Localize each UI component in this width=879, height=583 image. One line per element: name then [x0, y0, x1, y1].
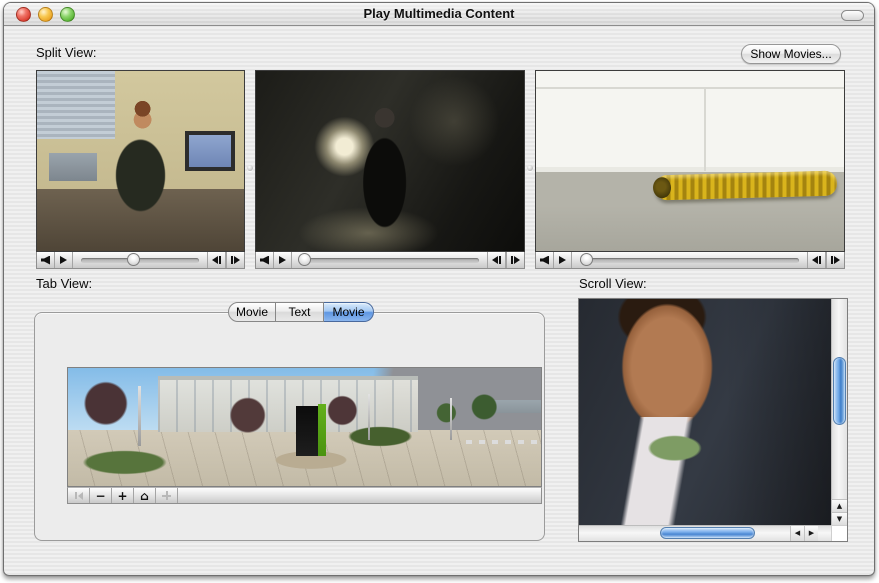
scroll-down-button[interactable]: ▼ — [831, 512, 847, 525]
zoom-in-button[interactable]: + — [112, 488, 134, 503]
panorama-player: − + ⌂ — [67, 367, 542, 504]
vr-bar-filler — [178, 488, 541, 503]
zoom-out-button[interactable]: − — [90, 488, 112, 503]
splitter-handle[interactable] — [527, 165, 533, 171]
yellow-duct — [655, 171, 838, 201]
scrubber[interactable] — [292, 252, 488, 268]
scrubber-thumb[interactable] — [580, 253, 593, 266]
movie-player-office — [36, 70, 245, 269]
hotspots-button[interactable]: ⌂ — [134, 488, 156, 503]
movie-controller — [535, 252, 845, 269]
scrubber-track[interactable] — [580, 258, 799, 263]
movie-player-warehouse — [535, 70, 845, 269]
play-button[interactable] — [554, 252, 572, 268]
volume-button[interactable] — [536, 252, 554, 268]
step-backward-button[interactable] — [808, 252, 826, 268]
horizontal-scrollbar-thumb[interactable] — [660, 527, 755, 539]
scrubber-track[interactable] — [81, 258, 199, 263]
movie-player-studio — [255, 70, 525, 269]
split-view-label: Split View: — [36, 45, 96, 60]
tab-movie-1[interactable]: Movie — [228, 302, 276, 322]
step-backward-button[interactable] — [208, 252, 226, 268]
scrubber[interactable] — [73, 252, 208, 268]
scroll-left-button[interactable]: ◀ — [790, 525, 804, 541]
tab-movie-2[interactable]: Movie — [324, 302, 374, 322]
tab-view-label: Tab View: — [36, 276, 92, 291]
splitter-handle[interactable] — [247, 165, 253, 171]
speaker-icon — [41, 256, 50, 265]
play-icon — [60, 256, 67, 264]
vr-controller: − + ⌂ — [67, 487, 542, 504]
title-bar[interactable]: Play Multimedia Content — [4, 3, 874, 26]
movie-controller — [36, 252, 245, 269]
toolbar-pill-button[interactable] — [841, 10, 864, 21]
back-arrow-icon — [75, 492, 83, 500]
scrubber-thumb[interactable] — [298, 253, 311, 266]
scroll-right-button[interactable]: ▶ — [804, 525, 818, 541]
play-button[interactable] — [55, 252, 73, 268]
horizontal-scrollbar-track[interactable] — [579, 526, 804, 541]
scroll-up-button[interactable]: ▲ — [831, 499, 847, 512]
vr-back-button — [68, 488, 90, 503]
scrollbar-corner — [831, 525, 847, 541]
tab-text[interactable]: Text — [276, 302, 324, 322]
speaker-icon — [260, 256, 269, 265]
move-tool-button — [156, 488, 178, 503]
step-forward-button[interactable] — [226, 252, 244, 268]
move-icon — [162, 491, 171, 500]
vertical-scrollbar-thumb[interactable] — [833, 357, 846, 425]
window-title: Play Multimedia Content — [4, 6, 874, 21]
step-backward-button[interactable] — [488, 252, 506, 268]
step-forward-icon — [231, 256, 240, 264]
play-icon — [559, 256, 566, 264]
tab-strip: Movie Text Movie — [228, 302, 374, 322]
warehouse-video[interactable] — [535, 70, 845, 252]
play-icon — [279, 256, 286, 264]
step-backward-icon — [812, 256, 821, 264]
scroll-view-label: Scroll View: — [579, 276, 647, 291]
step-forward-icon — [831, 256, 840, 264]
scrubber-track[interactable] — [300, 258, 479, 263]
volume-button[interactable] — [37, 252, 55, 268]
panorama-video[interactable] — [67, 367, 542, 487]
studio-video[interactable] — [255, 70, 525, 252]
step-backward-icon — [212, 256, 221, 264]
window: Play Multimedia Content Split View: Show… — [3, 2, 875, 576]
vertical-scrollbar-track[interactable] — [832, 299, 847, 499]
vertical-scrollbar[interactable] — [831, 299, 847, 525]
movie-controller — [255, 252, 525, 269]
volume-button[interactable] — [256, 252, 274, 268]
step-forward-button[interactable] — [826, 252, 844, 268]
bowtie-video[interactable] — [579, 299, 831, 525]
play-button[interactable] — [274, 252, 292, 268]
step-forward-icon — [511, 256, 520, 264]
step-backward-icon — [492, 256, 501, 264]
scrubber-thumb[interactable] — [127, 253, 140, 266]
step-forward-button[interactable] — [506, 252, 524, 268]
show-movies-button[interactable]: Show Movies... — [741, 44, 841, 64]
speaker-icon — [540, 256, 549, 265]
scroll-view: ▲ ▼ ◀ ▶ — [578, 298, 848, 542]
scrubber[interactable] — [572, 252, 808, 268]
office-video[interactable] — [36, 70, 245, 252]
